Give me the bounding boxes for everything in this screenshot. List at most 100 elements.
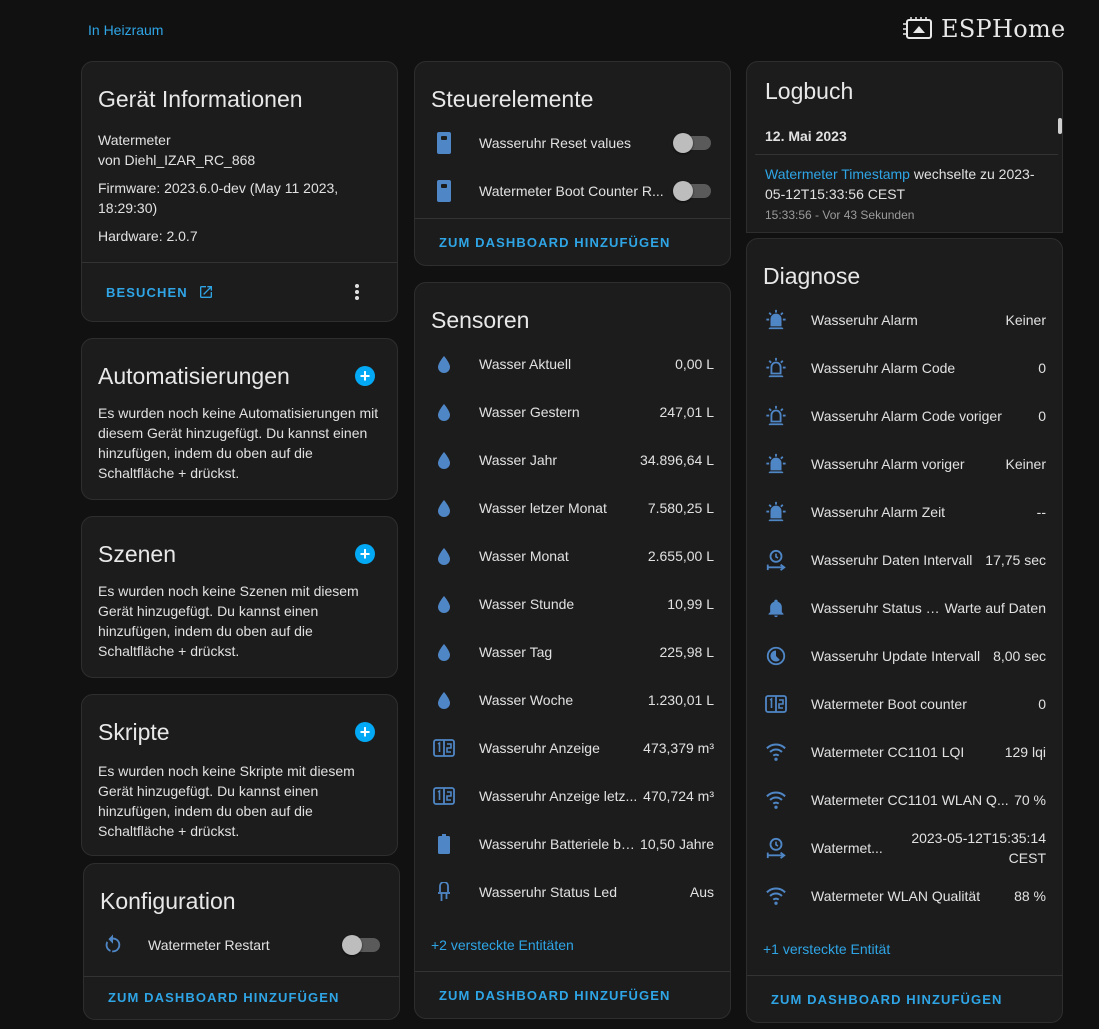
entity-row[interactable]: Watermet... 2023-05-12T15:35:14 CEST [747,824,1062,872]
entity-row[interactable]: Watermeter WLAN Qualität 88 % [747,872,1062,920]
water-drop-icon [431,495,457,521]
entity-row[interactable]: Wasseruhr Alarm voriger Keiner [747,440,1062,488]
add-to-dashboard-button[interactable]: ZUM DASHBOARD HINZUFÜGEN [108,990,340,1005]
entity-row[interactable]: Wasseruhr Alarm Keiner [747,296,1062,344]
open-external-icon [199,286,212,298]
entity-row[interactable]: Wasseruhr Status Led Aus [415,868,730,916]
chip-icon [903,17,932,39]
entity-row[interactable]: Wasseruhr Alarm Zeit -- [747,488,1062,536]
entity-value: 225,98 L [659,644,715,660]
entity-name: Wasseruhr Alarm Code voriger [811,408,1002,424]
logbook-entry: Watermeter Timestamp wechselte zu 2023-0… [765,164,1045,204]
control-row[interactable]: Watermeter Boot Counter R... [415,167,730,215]
add-script-button[interactable]: + [355,722,375,742]
card-title: Steuerelemente [431,86,594,112]
area-link[interactable]: In Heizraum [88,22,163,38]
control-toggle[interactable] [673,181,711,201]
entity-name: Wasseruhr Update Intervall [811,648,981,664]
clock-arrow-icon [763,835,789,861]
entity-value: 10,99 L [667,596,714,612]
entity-name: Wasser Gestern [479,404,580,420]
control-row[interactable]: Wasseruhr Reset values [415,119,730,167]
battery-icon [431,831,457,857]
entity-value: 473,379 m³ [643,740,714,756]
entity-value: Keiner [1005,456,1046,472]
add-to-dashboard-button[interactable]: ZUM DASHBOARD HINZUFÜGEN [771,992,1003,1007]
entity-row[interactable]: Wasseruhr Alarm Code voriger 0 [747,392,1062,440]
restart-toggle[interactable] [342,935,380,955]
logbook-time: 15:33:56 - Vor 43 Sekunden [765,208,915,222]
water-drop-icon [431,351,457,377]
add-scene-button[interactable]: + [355,544,375,564]
hidden-entities-link[interactable]: +1 versteckte Entität [763,941,890,957]
entity-row[interactable]: Wasseruhr Daten Intervall 17,75 sec [747,536,1062,584]
logbook-date: 12. Mai 2023 [765,128,847,144]
device-model: Watermeter [98,132,171,148]
entity-name: Wasseruhr Status I... [811,600,941,616]
entity-value: 8,00 sec [993,648,1046,664]
empty-text: Es wurden noch keine Szenen mit diesem G… [98,583,359,659]
scenes-card: Szenen + Es wurden noch keine Szenen mit… [81,516,398,678]
entity-value: 7.580,25 L [647,500,714,516]
entity-value: 17,75 sec [985,552,1046,568]
entity-row[interactable]: Wasser Tag 225,98 L [415,628,730,676]
device-manufacturer: von Diehl_IZAR_RC_868 [98,152,256,168]
switch-device-icon [431,178,457,204]
divider [84,976,399,977]
more-menu-icon[interactable] [354,283,360,301]
divider [755,154,1058,155]
entity-name: Wasseruhr Reset values [479,135,631,151]
add-to-dashboard-button[interactable]: ZUM DASHBOARD HINZUFÜGEN [439,988,671,1003]
entity-row[interactable]: Watermeter CC1101 WLAN Q... 70 % [747,776,1062,824]
entity-row[interactable]: Watermeter CC1101 LQI 129 lqi [747,728,1062,776]
add-automation-button[interactable]: + [355,366,375,386]
entity-row[interactable]: Wasseruhr Anzeige letz... 470,724 m³ [415,772,730,820]
clock-arrow-icon [763,547,789,573]
water-drop-icon [431,543,457,569]
entity-value: 247,01 L [659,404,715,420]
entity-row[interactable]: Wasser Jahr 34.896,64 L [415,436,730,484]
alarm-light-outline-icon [763,355,789,381]
entity-name: Watermeter Boot counter [811,696,967,712]
entity-value: 2.655,00 L [647,548,714,564]
card-title: Diagnose [763,263,861,289]
entity-name: Watermet... [811,840,883,856]
entity-row[interactable]: Wasser letzer Monat 7.580,25 L [415,484,730,532]
logbook-entity-link[interactable]: Watermeter Timestamp [765,166,910,182]
entity-name: Watermeter CC1101 LQI [811,744,965,760]
entity-name: Wasser letzer Monat [479,500,607,516]
entity-row[interactable]: Watermeter Boot counter 0 [747,680,1062,728]
entity-value: Keiner [1005,312,1046,328]
card-title: Logbuch [765,78,854,104]
scrollbar[interactable] [1058,118,1062,134]
card-title: Gerät Informationen [98,86,303,112]
entity-row[interactable]: Wasser Gestern 247,01 L [415,388,730,436]
entity-row[interactable]: Wasseruhr Anzeige 473,379 m³ [415,724,730,772]
led-icon [431,879,457,905]
add-to-dashboard-button[interactable]: ZUM DASHBOARD HINZUFÜGEN [439,235,671,250]
logbook-card: Logbuch 12. Mai 2023 Watermeter Timestam… [746,61,1063,233]
entity-row[interactable]: Wasser Stunde 10,99 L [415,580,730,628]
hidden-entities-link[interactable]: +2 versteckte Entitäten [431,937,574,953]
entity-row[interactable]: Wasseruhr Alarm Code 0 [747,344,1062,392]
entity-name: Watermeter CC1101 WLAN Q... [811,792,1009,808]
entity-value: Warte auf Daten [944,600,1046,616]
visit-button[interactable]: BESUCHEN [106,284,214,300]
entity-row[interactable]: Wasseruhr Status I... Warte auf Daten [747,584,1062,632]
entity-row[interactable]: Wasseruhr Update Intervall 8,00 sec [747,632,1062,680]
wifi-icon [763,883,789,909]
entity-row[interactable]: Wasser Monat 2.655,00 L [415,532,730,580]
divider [747,975,1062,976]
control-toggle[interactable] [673,133,711,153]
card-title: Automatisierungen [98,363,290,389]
device-info-card: Gerät Informationen Watermeter von Diehl… [81,61,398,322]
divider [82,262,397,263]
entity-row[interactable]: Wasser Woche 1.230,01 L [415,676,730,724]
sensors-card: Sensoren Wasser Aktuell 0,00 L Wasser Gest… [414,282,731,1019]
restart-icon [100,932,126,958]
water-drop-icon [431,591,457,617]
entity-row[interactable]: Wasser Aktuell 0,00 L [415,340,730,388]
config-row[interactable]: Watermeter Restart [84,921,399,969]
entity-row[interactable]: Wasseruhr Batteriele be... 10,50 Jahre [415,820,730,868]
entity-name: Wasseruhr Alarm [811,312,918,328]
